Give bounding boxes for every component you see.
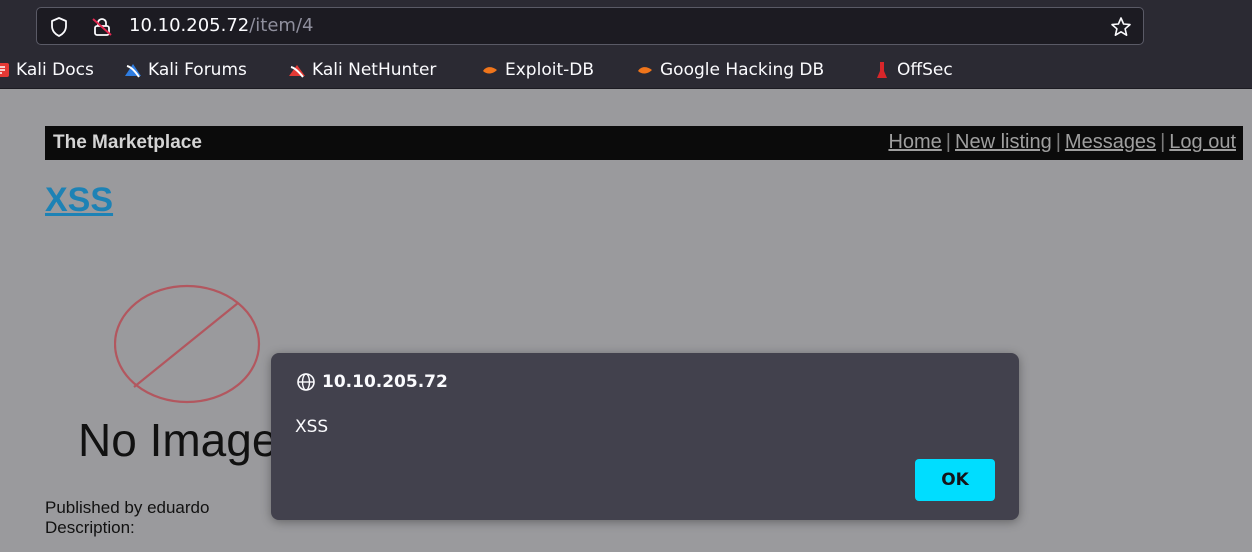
nav-separator: |	[945, 131, 951, 153]
offsec-icon	[877, 62, 887, 78]
kali-nethunter-icon	[289, 65, 305, 78]
url-path: /item/4	[249, 15, 314, 36]
site-brand: The Marketplace	[53, 132, 202, 153]
bookmark-exploit-db[interactable]: Exploit-DB	[481, 52, 594, 88]
bookmark-label: Exploit-DB	[505, 60, 594, 80]
item-title-link[interactable]: XSS	[45, 181, 113, 220]
nav-messages-link[interactable]: Messages	[1065, 131, 1156, 153]
site-navbar: The Marketplace Home | New listing | Message…	[45, 126, 1243, 160]
browser-toolbar: 10.10.205.72/item/4	[0, 0, 1252, 52]
bookmark-google-hacking-db[interactable]: Google Hacking DB	[636, 52, 824, 88]
kali-forums-icon	[125, 64, 141, 78]
exploit-db-icon	[483, 67, 497, 74]
bookmark-label: Google Hacking DB	[660, 60, 825, 80]
bookmark-star-icon[interactable]	[1110, 16, 1132, 38]
dialog-origin: 10.10.205.72	[296, 372, 448, 392]
url-text[interactable]: 10.10.205.72/item/4	[129, 15, 313, 37]
dialog-origin-text: 10.10.205.72	[322, 372, 448, 392]
bookmarks-toolbar: Kali Docs Kali Forums Kali NetHunter Exp…	[0, 52, 1252, 89]
alert-dialog: 10.10.205.72 XSS OK	[271, 353, 1019, 520]
description-label: Description:	[45, 518, 135, 537]
bookmark-kali-nethunter[interactable]: Kali NetHunter	[288, 52, 436, 88]
url-host: 10.10.205.72	[129, 15, 250, 36]
published-by-text: Published by eduardo	[45, 498, 210, 517]
nav-home-link[interactable]: Home	[888, 131, 941, 153]
globe-icon	[297, 373, 315, 391]
kali-docs-icon	[0, 63, 9, 77]
ok-button[interactable]: OK	[915, 459, 995, 501]
listing-meta: Published by eduardo Description:	[45, 498, 209, 538]
bookmark-offsec[interactable]: OffSec	[873, 52, 953, 88]
nav-logout-link[interactable]: Log out	[1169, 131, 1236, 153]
bookmark-label: OffSec	[897, 60, 953, 80]
bookmark-label: Kali Forums	[148, 60, 247, 80]
dialog-message: XSS	[295, 417, 329, 437]
bookmark-label: Kali NetHunter	[312, 60, 437, 80]
nav-separator: |	[1055, 131, 1061, 153]
bookmark-label: Kali Docs	[16, 60, 94, 80]
bookmark-kali-forums[interactable]: Kali Forums	[124, 52, 247, 88]
insecure-lock-icon[interactable]	[92, 17, 112, 37]
no-image-text: No Image	[78, 414, 278, 466]
nav-links: Home | New listing | Messages | Log out	[888, 131, 1236, 154]
address-bar[interactable]: 10.10.205.72/item/4	[36, 7, 1144, 45]
nav-new-listing-link[interactable]: New listing	[955, 131, 1052, 153]
nav-separator: |	[1160, 131, 1166, 153]
no-image-icon	[114, 284, 261, 404]
shield-icon[interactable]	[50, 17, 68, 37]
google-hacking-db-icon	[638, 67, 652, 74]
bookmark-kali-docs[interactable]: Kali Docs	[0, 52, 94, 88]
